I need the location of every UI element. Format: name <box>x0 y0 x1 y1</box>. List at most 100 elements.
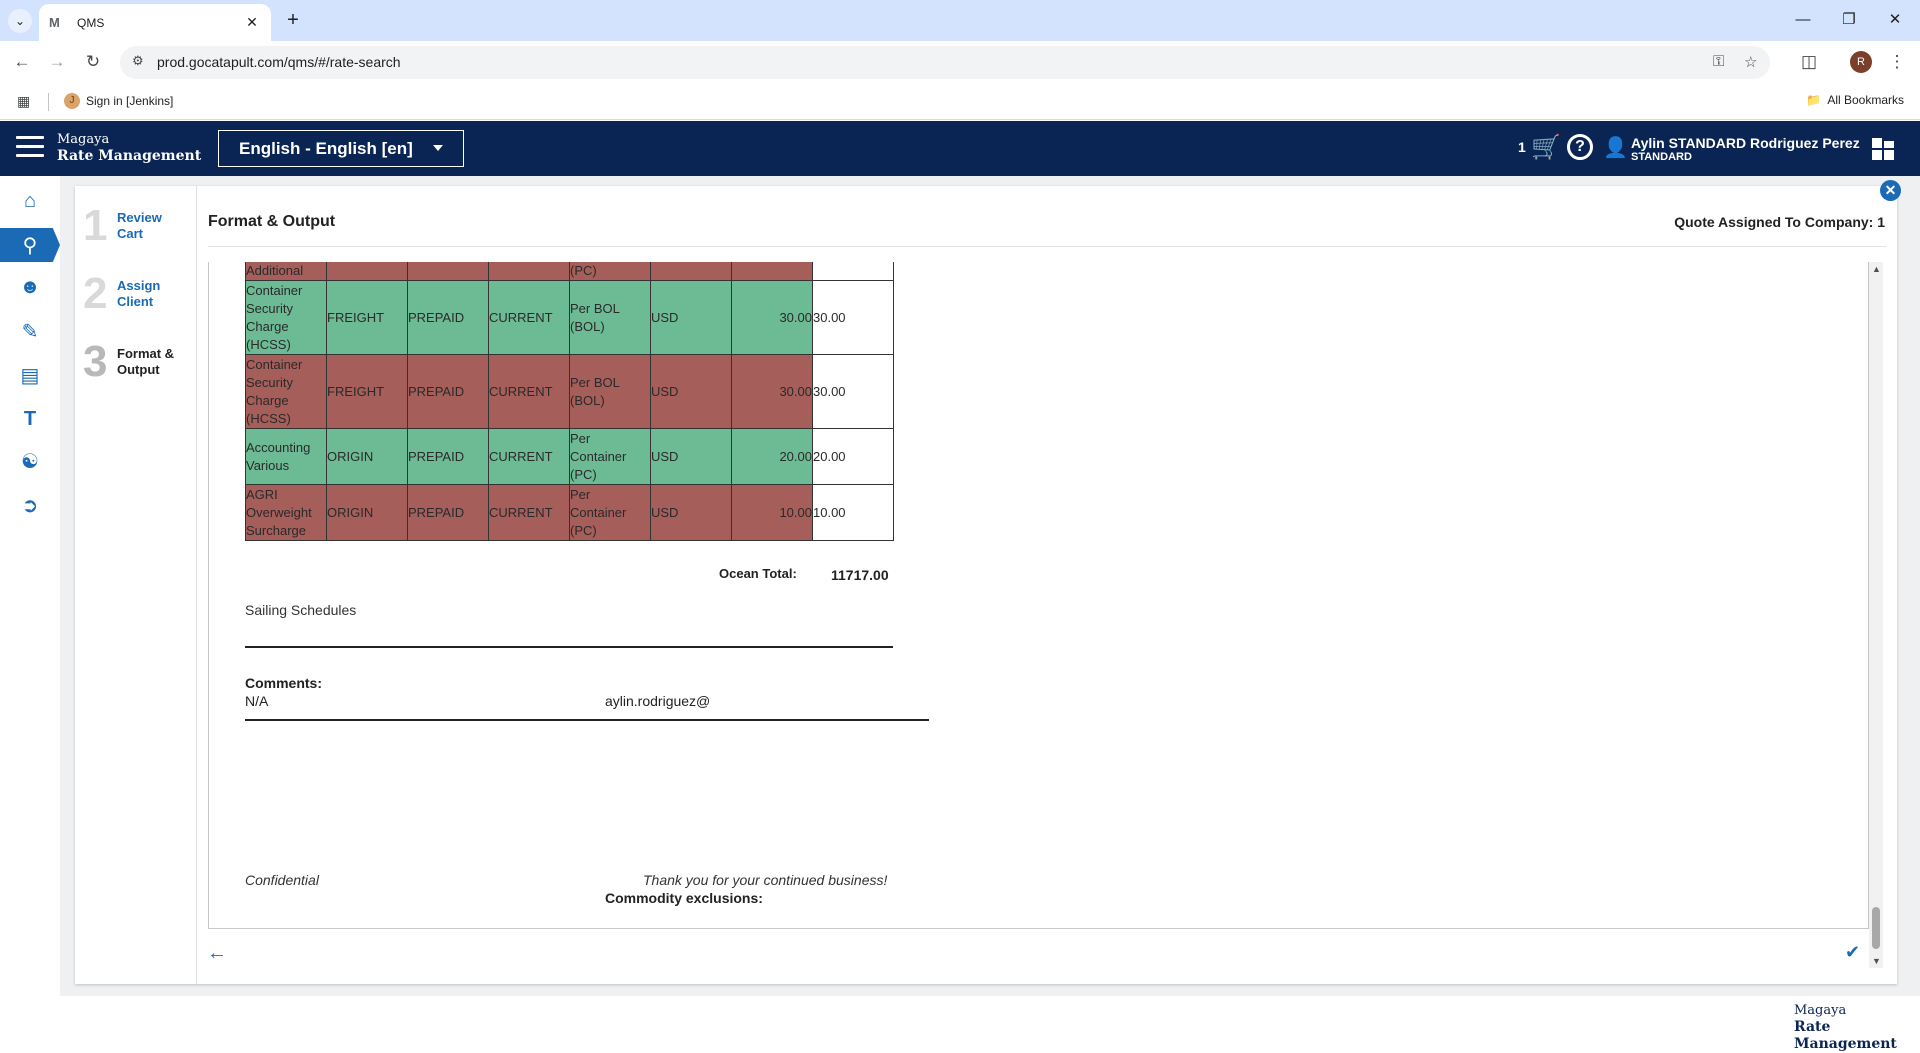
language-select[interactable]: English - English [en] <box>218 130 464 167</box>
profile-avatar[interactable]: R <box>1850 51 1872 73</box>
home-icon[interactable]: ⌂ <box>0 184 60 218</box>
status-cell: CURRENT <box>488 484 570 541</box>
comments-label: Comments: <box>245 675 323 691</box>
charge-name-cell: Container Security Charge (HCSS) <box>245 280 327 355</box>
amount-cell <box>731 262 813 281</box>
currency-cell <box>650 262 732 281</box>
charge-name-cell: Container Security Charge (HCSS) <box>245 354 327 429</box>
apps-grid-icon[interactable]: ▦ <box>17 93 30 110</box>
confidential-note: Confidential <box>245 872 319 888</box>
scroll-up-icon[interactable]: ▲ <box>1872 264 1881 274</box>
messages-icon[interactable]: ▤ <box>0 358 60 392</box>
commodity-exclusions-label: Commodity exclusions: <box>605 890 763 906</box>
charge-name-cell: AGRI Overweight Surcharge <box>245 484 327 541</box>
total-cell: 20.00 <box>812 428 894 485</box>
payment-cell: PREPAID <box>407 428 489 485</box>
restore-icon[interactable]: ❐ <box>1826 6 1872 34</box>
tab-close-icon[interactable]: ✕ <box>243 14 261 31</box>
currency-cell: USD <box>650 484 732 541</box>
step-number: 1 <box>83 201 108 250</box>
dashboard-tiles-icon[interactable] <box>1872 138 1894 160</box>
document-preview[interactable]: Additional (PC) Container Security Charge … <box>208 262 1869 929</box>
charge-type-cell: ORIGIN <box>326 428 408 485</box>
comments-value: N/A <box>245 693 269 709</box>
contact-email: aylin.rodriguez@ <box>605 693 711 709</box>
clients-icon[interactable]: ☻ <box>0 270 60 304</box>
status-cell: CURRENT <box>488 428 570 485</box>
rate-search-icon[interactable]: ⚲ <box>0 228 60 262</box>
total-cell <box>812 262 894 281</box>
password-key-icon[interactable]: ⚿ <box>1713 53 1724 70</box>
page-title: Format & Output <box>208 213 336 230</box>
scroll-thumb[interactable] <box>1872 907 1880 949</box>
amount-cell: 30.00 <box>731 280 813 355</box>
wizard-steps: 1 Review Cart 2 Assign Client 3 Format &… <box>75 186 197 984</box>
footer-brand-top: Magaya <box>1794 1003 1847 1018</box>
hamburger-menu-icon[interactable] <box>16 136 44 160</box>
quotes-edit-icon[interactable]: ✎ <box>0 314 60 348</box>
total-cell: 10.00 <box>812 484 894 541</box>
amount-cell: 20.00 <box>731 428 813 485</box>
document-scrollbar[interactable]: ▲ ▼ <box>1869 262 1883 968</box>
extensions-puzzle-icon[interactable]: ◫ <box>1796 49 1822 75</box>
charge-row: AGRI Overweight Surcharge ORIGIN PREPAID CU… <box>245 484 894 541</box>
tariff-t-icon[interactable]: T <box>0 402 60 436</box>
logout-icon[interactable]: ➲ <box>0 488 60 522</box>
unit-cell: Per BOL (BOL) <box>569 280 651 355</box>
browser-menu-icon[interactable]: ⋮ <box>1884 49 1910 75</box>
step-format-output[interactable]: 3 Format & Output <box>83 340 185 384</box>
user-role: STANDARD <box>1631 151 1692 163</box>
folder-icon: 📁 <box>1806 93 1822 107</box>
shopping-cart-icon[interactable]: 🛒 <box>1531 133 1561 162</box>
browser-tab-bar: ⌄ M QMS ✕ + — ❐ ✕ <box>0 0 1920 41</box>
bookmark-label: Sign in [Jenkins] <box>86 94 174 108</box>
tab-search-chevron-icon[interactable]: ⌄ <box>8 9 32 33</box>
help-question-icon[interactable]: ? <box>1567 134 1593 160</box>
step-review-cart[interactable]: 1 Review Cart <box>83 204 185 248</box>
back-step-arrow-icon[interactable]: ← <box>207 942 227 965</box>
jenkins-icon: J <box>64 93 80 109</box>
tab-title: QMS <box>77 15 105 30</box>
currency-cell: USD <box>650 354 732 429</box>
step-number: 2 <box>83 269 108 318</box>
footer-brand-bottom: Rate Management <box>1794 1019 1897 1052</box>
site-info-icon[interactable]: ⚙ <box>132 53 144 69</box>
tab-favicon-icon: M <box>49 15 60 30</box>
charge-row: Container Security Charge (HCSS) FREIGHT P… <box>245 354 894 429</box>
brand-bottom: Rate Management <box>57 148 202 164</box>
payment-cell <box>407 262 489 281</box>
payment-cell: PREPAID <box>407 484 489 541</box>
brand-logo[interactable]: Magaya Rate Management <box>57 131 201 165</box>
minimize-icon[interactable]: — <box>1780 6 1826 34</box>
step-label: Format & Output <box>117 346 175 377</box>
bookmark-jenkins[interactable]: J Sign in [Jenkins] <box>64 93 173 109</box>
unit-cell: (PC) <box>569 262 651 281</box>
close-panel-icon[interactable]: ✕ <box>1880 180 1901 201</box>
charge-row: Container Security Charge (HCSS) FREIGHT P… <box>245 280 894 355</box>
bookmark-star-icon[interactable]: ☆ <box>1744 53 1757 71</box>
charge-name-cell: Additional <box>245 262 327 281</box>
status-cell: CURRENT <box>488 280 570 355</box>
status-cell: CURRENT <box>488 354 570 429</box>
address-bar[interactable]: ⚙ prod.gocatapult.com/qms/#/rate-search … <box>120 46 1770 79</box>
forward-arrow-icon[interactable]: → <box>44 49 70 75</box>
new-tab-plus-icon[interactable]: + <box>280 8 306 34</box>
back-arrow-icon[interactable]: ← <box>9 49 35 75</box>
currency-cell: USD <box>650 280 732 355</box>
reload-icon[interactable]: ↻ <box>80 49 106 75</box>
charge-row: Additional (PC) <box>245 262 894 281</box>
user-name[interactable]: Aylin STANDARD Rodriguez Perez <box>1631 136 1860 150</box>
confirm-check-icon[interactable]: ✔ <box>1845 942 1860 963</box>
window-close-icon[interactable]: ✕ <box>1872 6 1918 34</box>
brand-top: Magaya <box>57 132 110 147</box>
step-assign-client[interactable]: 2 Assign Client <box>83 272 185 316</box>
thanks-note: Thank you for your continued business! <box>643 872 888 888</box>
browser-tab[interactable]: M QMS ✕ <box>39 4 271 41</box>
scroll-down-icon[interactable]: ▼ <box>1872 956 1881 966</box>
url-text[interactable]: prod.gocatapult.com/qms/#/rate-search <box>157 54 401 70</box>
app-header: Magaya Rate Management English - English… <box>0 121 1920 176</box>
charge-type-cell: FREIGHT <box>326 354 408 429</box>
all-bookmarks[interactable]: 📁 All Bookmarks <box>1806 93 1904 107</box>
network-icon[interactable]: ☯ <box>0 444 60 478</box>
user-person-icon[interactable]: 👤 <box>1603 135 1628 160</box>
